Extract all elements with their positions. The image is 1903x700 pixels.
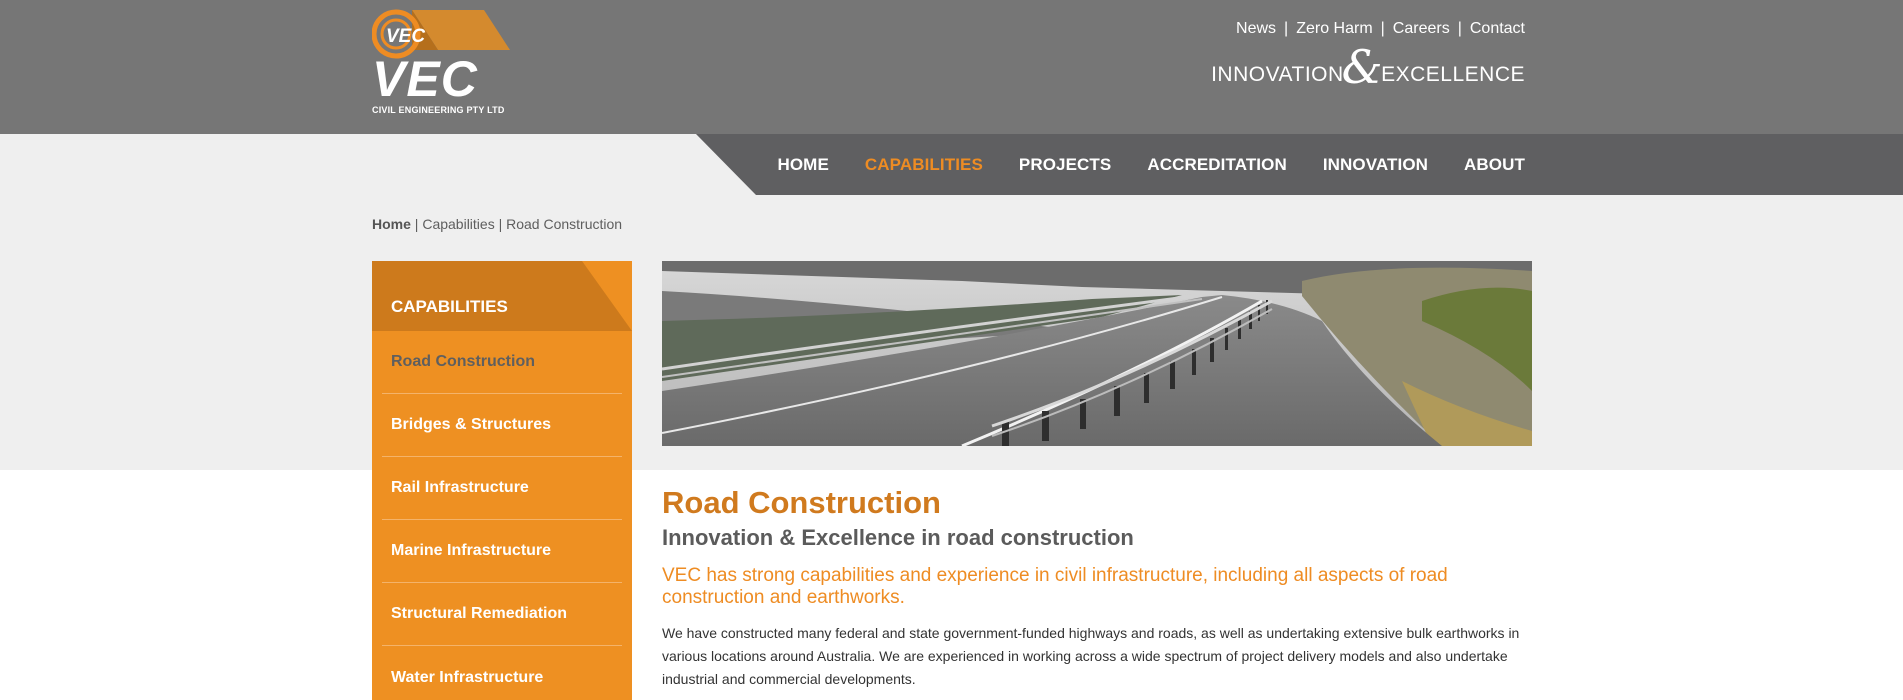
nav-innovation[interactable]: INNOVATION <box>1323 155 1428 175</box>
vec-logo-icon: VEC VEC <box>372 9 510 103</box>
link-careers[interactable]: Careers <box>1393 20 1450 38</box>
intro-paragraph: VEC has strong capabilities and experien… <box>662 565 1448 609</box>
header-bar <box>0 0 1903 134</box>
link-contact[interactable]: Contact <box>1470 20 1525 38</box>
capabilities-sidebar: CAPABILITIES Road Construction Bridges &… <box>372 261 632 700</box>
hero-road-image <box>662 261 1532 446</box>
sidebar-item-water-infrastructure[interactable]: Water Infrastructure <box>382 646 622 700</box>
nav-capabilities[interactable]: CAPABILITIES <box>865 155 983 175</box>
separator: | <box>1457 20 1462 37</box>
sidebar-item-road-construction[interactable]: Road Construction <box>382 331 622 394</box>
svg-text:VEC: VEC <box>372 51 478 103</box>
sidebar-item-marine-infrastructure[interactable]: Marine Infrastructure <box>382 520 622 583</box>
link-news[interactable]: News <box>1236 20 1276 38</box>
breadcrumb-capabilities[interactable]: Capabilities <box>422 216 494 232</box>
vec-logo[interactable]: VEC VEC CIVIL ENGINEERING PTY LTD <box>372 8 514 118</box>
breadcrumb-home[interactable]: Home <box>372 216 411 232</box>
body-paragraph: We have constructed many federal and sta… <box>662 625 1520 688</box>
tagline-ampersand: & <box>1341 40 1384 94</box>
tagline-excellence: EXCELLENCE <box>1381 63 1525 86</box>
breadcrumb: Home | Capabilities | Road Construction <box>372 216 622 232</box>
page-title: Road Construction <box>662 485 941 520</box>
road-photo-icon <box>662 261 1532 446</box>
main-nav: HOME CAPABILITIES PROJECTS ACCREDITATION… <box>741 134 1525 195</box>
separator: | <box>1284 20 1289 37</box>
sidebar-menu: Road Construction Bridges & Structures R… <box>382 331 622 700</box>
breadcrumb-separator: | <box>494 216 507 232</box>
page-subtitle: Innovation & Excellence in road construc… <box>662 525 1134 551</box>
sidebar-item-structural-remediation[interactable]: Structural Remediation <box>382 583 622 646</box>
breadcrumb-current: Road Construction <box>506 216 623 232</box>
tagline: INNOVATION & EXCELLENCE <box>1211 44 1525 90</box>
nav-about[interactable]: ABOUT <box>1464 155 1525 175</box>
sidebar-item-bridges-structures[interactable]: Bridges & Structures <box>382 394 622 457</box>
main-content: Road Construction Innovation & Excellenc… <box>662 485 1532 691</box>
link-zero-harm[interactable]: Zero Harm <box>1296 20 1372 38</box>
svg-text:VEC: VEC <box>386 26 425 47</box>
sidebar-header <box>372 261 632 331</box>
tagline-innovation: INNOVATION <box>1211 63 1344 86</box>
sidebar-title: CAPABILITIES <box>391 297 508 316</box>
utility-links: News | Zero Harm | Careers | Contact <box>1236 20 1525 38</box>
sidebar-item-rail-infrastructure[interactable]: Rail Infrastructure <box>382 457 622 520</box>
logo-subtitle: CIVIL ENGINEERING PTY LTD <box>372 105 505 115</box>
nav-home[interactable]: HOME <box>777 155 828 175</box>
separator: | <box>1380 20 1385 37</box>
nav-projects[interactable]: PROJECTS <box>1019 155 1111 175</box>
breadcrumb-separator: | <box>410 216 423 232</box>
nav-accreditation[interactable]: ACCREDITATION <box>1147 155 1287 175</box>
